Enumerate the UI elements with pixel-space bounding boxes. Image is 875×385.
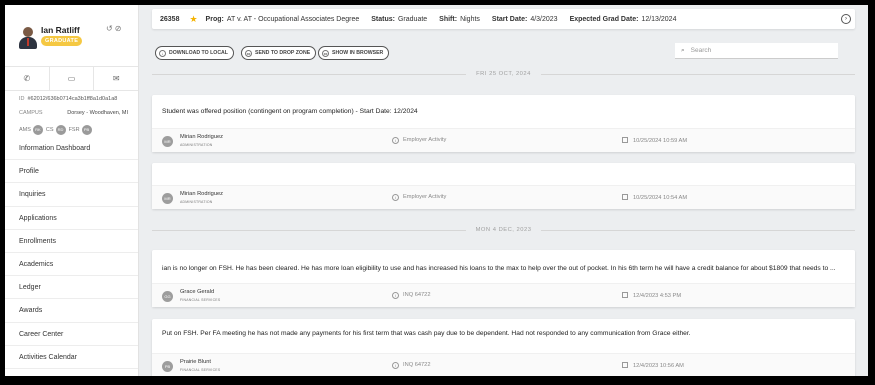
note-author-role: FINANCIAL SERVICES <box>180 368 221 372</box>
print-icon: ▭ <box>245 49 252 57</box>
print-icon: ▭ <box>322 49 329 57</box>
sidebar-item-enrollments[interactable]: Enrollments <box>5 230 138 253</box>
shift: Nights <box>460 15 480 23</box>
calendar-icon <box>622 362 628 368</box>
student-profile: Ian Ratliff GRADUATE ↺ ⊘ <box>5 5 138 67</box>
note-timestamp: 10/25/2024 10:54 AM <box>633 195 688 201</box>
student-id: ID #62012/636b0714ca3b1ff8a1d0a1a8 <box>19 96 118 102</box>
eye-off-icon[interactable]: ⊘ <box>115 24 122 33</box>
sidebar-nav: Information Dashboard Profile Inquiries … <box>5 137 138 369</box>
program: AT v. AT - Occupational Associates Degre… <box>226 15 360 23</box>
student-name: Ian Ratliff <box>41 25 80 35</box>
info-icon: i <box>392 194 399 201</box>
note-text: ian is no longer on FSH. He has been cle… <box>162 265 836 272</box>
avatar: MR <box>162 193 173 204</box>
calendar-icon <box>622 194 628 200</box>
staff-avatar[interactable]: PB <box>81 124 92 135</box>
note-author-role: ADMINISTRATION <box>180 200 213 204</box>
grad-date: 12/13/2024 <box>641 15 677 23</box>
contact-actions: ✆ ▭ ✉ <box>5 67 138 91</box>
info-icon: i <box>392 292 399 299</box>
history-icon[interactable]: ↺ <box>106 24 113 33</box>
note-author-role: ADMINISTRATION <box>180 143 213 147</box>
avatar: PB <box>162 361 173 372</box>
info-icon: i <box>392 362 399 369</box>
download-icon: ↓ <box>159 49 166 57</box>
note-card[interactable]: Put on FSH. Per FA meeting he has not ma… <box>152 319 855 376</box>
sidebar-item-awards[interactable]: Awards <box>5 299 138 323</box>
avatar <box>19 27 37 49</box>
date-divider: FRI 25 OCT, 2024 <box>152 69 855 79</box>
note-timestamp: 10/25/2024 10:59 AM <box>633 138 688 144</box>
note-author: Grace Gerald <box>180 289 215 295</box>
staff-avatar[interactable]: RK <box>32 124 43 135</box>
search-icon: ⌕ <box>681 46 685 54</box>
sidebar-item-applications[interactable]: Applications <box>5 207 138 230</box>
app-frame: Ian Ratliff GRADUATE ↺ ⊘ ✆ ▭ ✉ ID #62012/6… <box>5 5 868 376</box>
note-activity: Employer Activity <box>403 137 447 143</box>
note-activity: INQ 64722 <box>403 362 431 368</box>
calendar-icon <box>622 137 628 143</box>
note-activity: Employer Activity <box>403 194 447 200</box>
note-card[interactable]: Student was offered position (contingent… <box>152 95 855 152</box>
chevron-right-circle-icon[interactable]: › <box>841 14 851 24</box>
sidebar-item-inquiries[interactable]: Inquiries <box>5 183 138 207</box>
start-date: 4/3/2023 <box>530 15 558 23</box>
star-icon[interactable]: ★ <box>189 14 197 25</box>
staff-team: AMS RK CS RD FSR PB <box>5 121 138 137</box>
note-author: Mirian Rodriguez <box>180 134 223 140</box>
info-icon: i <box>392 137 399 144</box>
note-author-role: FINANCIAL SERVICES <box>180 298 221 302</box>
status: Graduate <box>397 15 428 23</box>
status-badge: GRADUATE <box>41 36 83 46</box>
sidebar-item-activities-calendar[interactable]: Activities Calendar <box>5 346 138 369</box>
send-to-drop-zone-button[interactable]: ▭ SEND TO DROP ZONE <box>241 46 317 60</box>
note-timestamp: 12/4/2023 4:53 PM <box>633 293 682 299</box>
calendar-icon <box>622 292 628 298</box>
search-input[interactable]: ⌕ Search <box>675 43 838 59</box>
note-timestamp: 12/4/2023 10:56 AM <box>633 363 684 369</box>
date-divider: MON 4 DEC, 2023 <box>152 225 856 235</box>
sidebar-item-profile[interactable]: Profile <box>5 160 138 184</box>
student-sidebar: Ian Ratliff GRADUATE ↺ ⊘ ✆ ▭ ✉ ID #62012/6… <box>5 5 139 376</box>
note-text: Put on FSH. Per FA meeting he has not ma… <box>162 330 691 337</box>
enrollment-header: 26358 ★ Prog: AT v. AT - Occupational Ass… <box>152 9 855 29</box>
note-author: Prairie Blunt <box>180 359 211 365</box>
note-card[interactable]: MR Mirian Rodriguez ADMINISTRATION i Empl… <box>152 163 855 209</box>
note-text: Student was offered position (contingent… <box>162 108 418 115</box>
email-icon[interactable]: ✉ <box>94 67 138 90</box>
phone-icon[interactable]: ✆ <box>5 67 50 90</box>
enrollment-id: 26358 <box>160 15 180 23</box>
note-card[interactable]: ian is no longer on FSH. He has been cle… <box>152 250 855 307</box>
student-campus: CAMPUS Dorsey - Woodhaven, MI <box>19 110 128 116</box>
avatar: MR <box>162 136 173 147</box>
download-to-local-button[interactable]: ↓ DOWNLOAD TO LOCAL <box>155 46 234 60</box>
avatar: GG <box>162 291 173 302</box>
chat-icon[interactable]: ▭ <box>50 67 95 90</box>
sidebar-item-ledger[interactable]: Ledger <box>5 276 138 300</box>
note-author: Mirian Rodriguez <box>180 191 223 197</box>
show-in-browser-button[interactable]: ▭ SHOW IN BROWSER <box>318 46 390 60</box>
sidebar-item-career-center[interactable]: Career Center <box>5 323 138 346</box>
staff-avatar[interactable]: RD <box>55 124 66 135</box>
sidebar-item-academics[interactable]: Academics <box>5 253 138 277</box>
note-activity: INQ 64722 <box>403 292 431 298</box>
sidebar-item-information-dashboard[interactable]: Information Dashboard <box>5 137 138 161</box>
